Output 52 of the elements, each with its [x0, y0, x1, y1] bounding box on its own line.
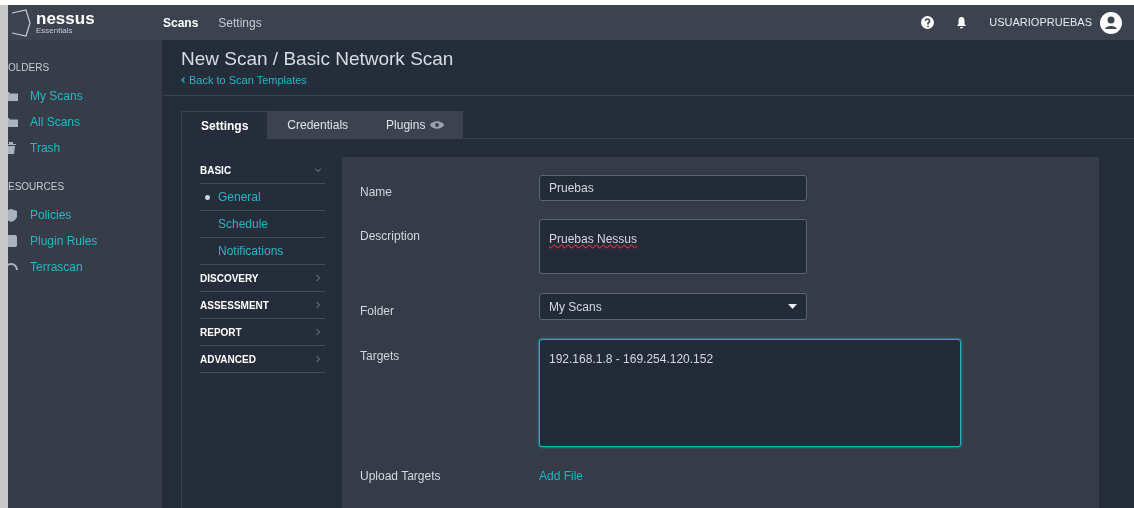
back-link[interactable]: Back to Scan Templates [181, 72, 307, 89]
field-label: Upload Targets [360, 468, 442, 485]
logo-subtitle: Essentials [36, 27, 74, 35]
sidebar-item[interactable]: Terrascan [30, 258, 83, 276]
tab[interactable]: Settings [181, 111, 269, 139]
menu-section[interactable]: ADVANCED [200, 346, 325, 373]
chevron-right-icon [315, 356, 321, 362]
section-title: OLDERS [8, 61, 51, 75]
logo-text: nessus [36, 10, 95, 27]
text-field[interactable]: Pruebas [539, 175, 807, 201]
tab[interactable]: Credentials [268, 111, 368, 139]
folder-icon [8, 89, 18, 103]
username[interactable]: USUARIOPRUEBAS [989, 14, 1092, 31]
menu-section[interactable]: REPORT [200, 319, 325, 346]
help-icon[interactable] [921, 16, 935, 29]
trash-icon [8, 141, 18, 155]
eye-icon [430, 121, 445, 129]
logo-icon [10, 8, 32, 37]
menu-section[interactable]: BASIC [200, 157, 325, 184]
menu-section[interactable]: DISCOVERY [200, 265, 325, 292]
sidebar-item[interactable]: My Scans [30, 87, 83, 105]
field-label: Targets [360, 348, 401, 365]
field-label: Description [360, 228, 422, 245]
sidebar-item[interactable]: Plugin Rules [30, 232, 98, 250]
description-field[interactable]: Pruebas Nessus [539, 219, 807, 274]
add-file-link[interactable]: Add File [539, 467, 584, 485]
avatar-icon[interactable] [1100, 11, 1122, 34]
sidebar-item[interactable]: Trash [30, 139, 61, 157]
menu-item[interactable]: Schedule [200, 211, 325, 238]
section-title: ESOURCES [8, 180, 66, 194]
tab[interactable]: Plugins [367, 111, 464, 139]
field-label: Name [360, 184, 393, 201]
caret-icon [788, 304, 797, 309]
folder-icon [8, 115, 18, 129]
menu-item[interactable]: Notifications [200, 238, 325, 265]
folder-dropdown[interactable]: My Scans [539, 293, 807, 320]
menu-section[interactable]: ASSESSMENT [200, 292, 325, 319]
sidebar-item[interactable]: Policies [30, 206, 72, 224]
targets-field[interactable]: 192.168.1.8 - 169.254.120.152 [539, 339, 961, 447]
chevron-down-icon [315, 167, 321, 173]
nav-tab[interactable]: Scans [163, 13, 199, 32]
chevron-right-icon [315, 275, 321, 281]
sidebar-item[interactable]: All Scans [30, 113, 81, 131]
shield-icon [8, 208, 18, 222]
bell-icon[interactable] [956, 16, 968, 29]
field-label: Folder [360, 303, 395, 320]
chevron-right-icon [315, 329, 321, 335]
chevron-right-icon [315, 302, 321, 308]
page-title: New Scan / Basic Network Scan [181, 47, 455, 71]
nav-tab[interactable]: Settings [218, 13, 262, 32]
chevron-left-icon [181, 77, 185, 84]
menu-item[interactable]: General [200, 184, 325, 211]
